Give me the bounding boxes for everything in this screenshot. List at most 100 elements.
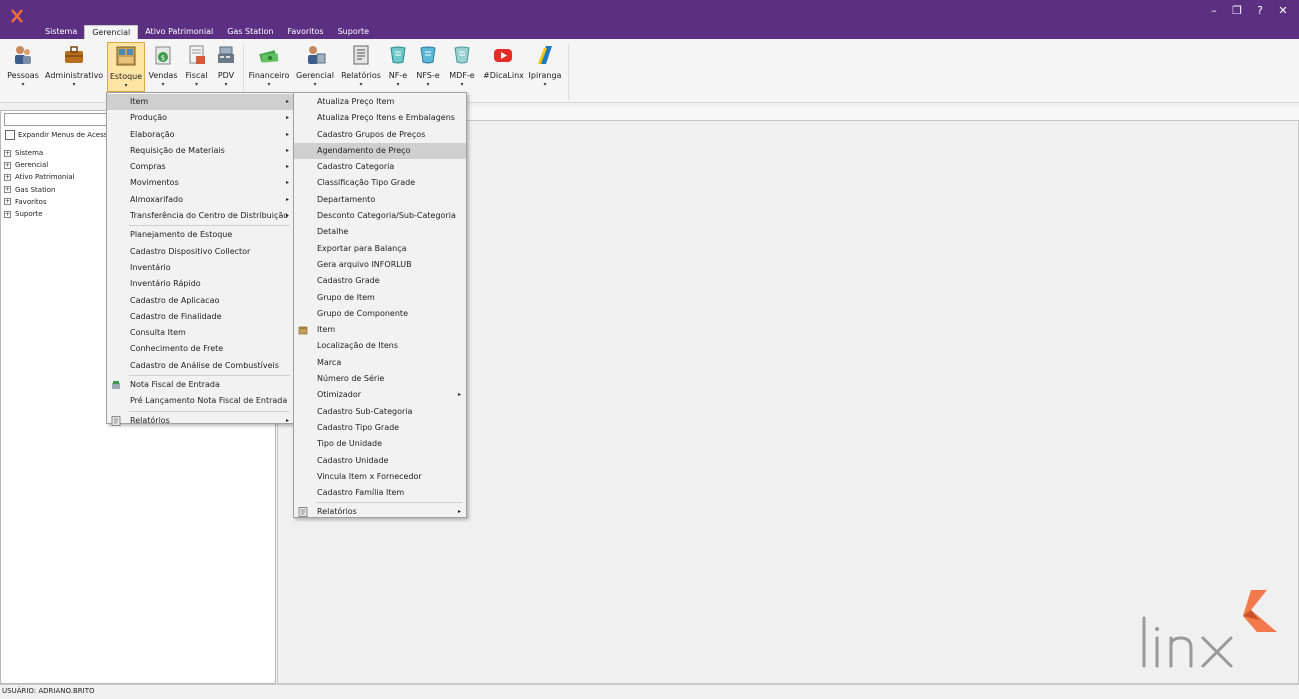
minimize-button[interactable]: – (1205, 4, 1223, 17)
cash-register-icon (218, 46, 234, 63)
submenu-item-grupo-item[interactable]: Grupo de Item (294, 290, 466, 306)
submenu-item-relatorios[interactable]: Relatórios ▸ (294, 504, 466, 520)
menu-item-cadastro-aplicacao[interactable]: Cadastro de Aplicacao (107, 293, 294, 309)
tree-label: Sistema (15, 149, 44, 158)
submenu-item-atualiza-preco-embalagens[interactable]: Atualiza Preço Itens e Embalagens (294, 110, 466, 126)
menu-item-elaboracao[interactable]: Elaboração ▸ (107, 127, 294, 143)
submenu-item-tipo-grade[interactable]: Cadastro Tipo Grade (294, 420, 466, 436)
tab-gerencial[interactable]: Gerencial (84, 25, 139, 39)
expand-plus-icon[interactable]: + (4, 173, 11, 181)
menu-item-transferencia-cd[interactable]: Transferência do Centro de Distribuição ▸ (107, 208, 294, 224)
expand-menus-row[interactable]: Expandir Menus de Acesso (5, 130, 112, 140)
menu-item-almoxarifado[interactable]: Almoxarifado ▸ (107, 192, 294, 208)
tab-gas-station[interactable]: Gas Station (220, 25, 280, 39)
expand-menus-checkbox[interactable] (5, 130, 15, 140)
management-icon (308, 46, 326, 64)
ribbon-label: Gerencial (296, 71, 334, 80)
help-button[interactable]: ? (1251, 4, 1269, 17)
submenu-item-exportar-balanca[interactable]: Exportar para Balança (294, 241, 466, 257)
expand-plus-icon[interactable]: + (4, 186, 11, 194)
ribbon-button-vendas[interactable]: $ Vendas ▾ (148, 42, 178, 92)
menu-item-label: Consulta Item (130, 328, 186, 338)
ribbon-button-dicalinx[interactable]: #DicaLinx (483, 42, 524, 92)
tab-favoritos[interactable]: Favoritos (280, 25, 330, 39)
submenu-item-desconto-categoria[interactable]: Desconto Categoria/Sub-Categoria (294, 208, 466, 224)
tree-item-sistema[interactable]: + Sistema (4, 147, 75, 159)
submenu-arrow-icon: ▸ (285, 212, 289, 220)
menu-item-label: Número de Série (317, 374, 385, 384)
ribbon-button-nfse[interactable]: NFS-e ▾ (414, 42, 442, 92)
submenu-item-otimizador[interactable]: Otimizador ▸ (294, 387, 466, 403)
menu-item-consulta-item[interactable]: Consulta Item (107, 325, 294, 341)
tab-ativo-patrimonial[interactable]: Ativo Patrimonial (138, 25, 220, 39)
menu-item-inventario[interactable]: Inventário (107, 260, 294, 276)
menu-item-item[interactable]: Item ▸ (107, 94, 294, 111)
ribbon-button-nfe[interactable]: NF-e ▾ (386, 42, 410, 92)
tree-item-suporte[interactable]: + Suporte (4, 208, 75, 220)
close-button[interactable]: ✕ (1274, 4, 1292, 17)
menu-item-inventario-rapido[interactable]: Inventário Rápido (107, 276, 294, 292)
menu-item-label: Grupo de Item (317, 292, 375, 302)
menu-item-nota-fiscal-entrada[interactable]: Nota Fiscal de Entrada (107, 377, 294, 393)
menu-item-label: Inventário (130, 262, 171, 272)
restore-button[interactable]: ❐ (1228, 4, 1246, 17)
menu-item-cadastro-dispositivo-collector[interactable]: Cadastro Dispositivo Collector (107, 244, 294, 260)
menu-item-label: Tipo de Unidade (317, 439, 383, 449)
menu-item-label: Cadastro de Aplicacao (130, 295, 220, 305)
mdfe-icon (454, 46, 470, 64)
submenu-item-item[interactable]: Item (294, 322, 466, 338)
ribbon-button-ipiranga[interactable]: Ipiranga ▾ (528, 42, 562, 92)
ribbon-button-gerencial[interactable]: Gerencial ▾ (296, 42, 334, 92)
menu-item-pre-lancamento-nf[interactable]: Pré Lançamento Nota Fiscal de Entrada (107, 393, 294, 409)
menu-item-producao[interactable]: Produção ▸ (107, 110, 294, 126)
submenu-item-tipo-unidade[interactable]: Tipo de Unidade (294, 436, 466, 452)
submenu-item-grupo-componente[interactable]: Grupo de Componente (294, 306, 466, 322)
ribbon-button-fiscal[interactable]: Fiscal ▾ (183, 42, 210, 92)
ribbon-button-relatorios[interactable]: Relatórios ▾ (340, 42, 382, 92)
tab-sistema[interactable]: Sistema (38, 25, 84, 39)
menu-item-compras[interactable]: Compras ▸ (107, 159, 294, 175)
submenu-item-sub-categoria[interactable]: Cadastro Sub-Categoria (294, 404, 466, 420)
tree-item-gas-station[interactable]: + Gas Station (4, 184, 75, 196)
ribbon-button-mdfe[interactable]: MDF-e ▾ (447, 42, 477, 92)
ribbon-button-financeiro[interactable]: Financeiro ▾ (248, 42, 290, 92)
submenu-item-marca[interactable]: Marca (294, 355, 466, 371)
expand-menus-label: Expandir Menus de Acesso (18, 131, 112, 139)
expand-plus-icon[interactable]: + (4, 161, 11, 169)
menu-item-relatorios[interactable]: Relatórios ▸ (107, 413, 294, 429)
submenu-item-vincula-fornecedor[interactable]: Vincula Item x Fornecedor (294, 469, 466, 485)
submenu-item-agendamento-preco[interactable]: Agendamento de Preço (294, 142, 466, 160)
menu-item-conhecimento-frete[interactable]: Conhecimento de Frete (107, 341, 294, 357)
submenu-item-gera-inforlub[interactable]: Gera arquivo INFORLUB (294, 257, 466, 273)
submenu-item-numero-serie[interactable]: Número de Série (294, 371, 466, 387)
menu-search-input[interactable] (4, 113, 114, 126)
menu-item-planejamento-estoque[interactable]: Planejamento de Estoque (107, 227, 294, 243)
menu-item-analise-combustiveis[interactable]: Cadastro de Análise de Combustíveis (107, 358, 294, 374)
expand-plus-icon[interactable]: + (4, 149, 11, 157)
menu-item-requisicao-materiais[interactable]: Requisição de Materiais ▸ (107, 143, 294, 159)
submenu-item-departamento[interactable]: Departamento (294, 192, 466, 208)
submenu-item-localizacao-itens[interactable]: Localização de Itens (294, 338, 466, 354)
tree-item-ativo-patrimonial[interactable]: + Ativo Patrimonial (4, 171, 75, 183)
menu-item-cadastro-finalidade[interactable]: Cadastro de Finalidade (107, 309, 294, 325)
ribbon-button-estoque[interactable]: Estoque ▾ (107, 42, 145, 92)
menu-item-label: Planejamento de Estoque (130, 230, 233, 240)
submenu-item-familia-item[interactable]: Cadastro Família Item (294, 485, 466, 501)
ribbon-button-administrativo[interactable]: Administrativo ▾ (45, 42, 103, 92)
submenu-item-cadastro-categoria[interactable]: Cadastro Categoria (294, 159, 466, 175)
tree-item-gerencial[interactable]: + Gerencial (4, 159, 75, 171)
ribbon-button-pessoas[interactable]: Pessoas ▾ (5, 42, 41, 92)
submenu-item-detalhe[interactable]: Detalhe (294, 224, 466, 240)
menu-item-label: Detalhe (317, 227, 349, 237)
expand-plus-icon[interactable]: + (4, 198, 11, 206)
menu-item-movimentos[interactable]: Movimentos ▸ (107, 175, 294, 191)
tree-item-favoritos[interactable]: + Favoritos (4, 196, 75, 208)
tab-suporte[interactable]: Suporte (331, 25, 376, 39)
submenu-item-cadastro-unidade[interactable]: Cadastro Unidade (294, 453, 466, 469)
submenu-item-grupos-precos[interactable]: Cadastro Grupos de Preços (294, 127, 466, 143)
submenu-item-atualiza-preco-item[interactable]: Atualiza Preço Item (294, 94, 466, 110)
submenu-item-cadastro-grade[interactable]: Cadastro Grade (294, 273, 466, 289)
ribbon-button-pdv[interactable]: PDV ▾ (214, 42, 238, 92)
expand-plus-icon[interactable]: + (4, 210, 11, 218)
submenu-item-classificacao-tipo-grade[interactable]: Classificação Tipo Grade (294, 175, 466, 191)
